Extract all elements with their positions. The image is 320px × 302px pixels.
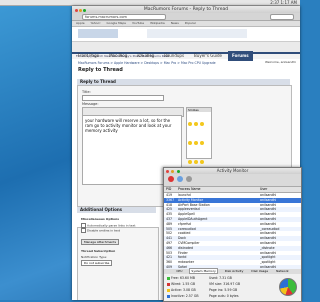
- welcome-text: Welcome, anilsandhi: [265, 60, 296, 64]
- bookmark-item[interactable]: Google Maps: [107, 21, 126, 25]
- nav-tab-roundups[interactable]: Roundups: [160, 51, 188, 61]
- free-swatch: [167, 276, 170, 280]
- smiley-icon[interactable]: [188, 122, 192, 126]
- tab-disk-activity[interactable]: Disk Activity: [224, 269, 245, 273]
- smiley-icon[interactable]: [194, 122, 198, 126]
- smiley-icon[interactable]: [194, 160, 198, 164]
- memory-pie-chart: [279, 278, 297, 296]
- stat-inactive-text: Inactive: 2.57 GB: [171, 294, 199, 298]
- smiley-icon[interactable]: [188, 141, 192, 145]
- window-title: MacRumors Forums - Reply to Thread: [143, 7, 229, 12]
- tab-cpu[interactable]: CPU: [175, 269, 183, 273]
- column-pid[interactable]: PID: [166, 187, 171, 192]
- stat-active: Active: 3.08 GB: [167, 288, 196, 292]
- smiley-icon[interactable]: [200, 160, 204, 164]
- zoom-icon[interactable]: [83, 9, 86, 12]
- smiley-icon[interactable]: [200, 141, 204, 145]
- tab-disk-usage[interactable]: Disk Usage: [250, 269, 269, 273]
- notification-label: Notification Type:: [81, 255, 108, 259]
- search-field[interactable]: [270, 14, 294, 20]
- site-logo[interactable]: [78, 29, 118, 38]
- stat-wired: Wired: 1.55 GB: [167, 282, 195, 286]
- manage-attachments-button[interactable]: Manage Attachments: [81, 239, 120, 245]
- process-table: 419 launchd anilsandhi 3367 Activity Monitor…: [164, 193, 301, 271]
- zoom-icon[interactable]: [176, 170, 180, 173]
- bookmark-item[interactable]: Popular: [185, 21, 196, 25]
- column-user[interactable]: User: [260, 187, 267, 192]
- stat-page-ins: Page ins: 5.59 GB: [209, 288, 238, 292]
- bookmark-item[interactable]: Yahoo!: [91, 21, 101, 25]
- site-nav: Front Page Mac Blog iOS Blog Roundups Buyer'…: [72, 42, 300, 61]
- banner-ad[interactable]: [147, 29, 247, 38]
- stat-active-text: Active: 3.08 GB: [171, 288, 196, 292]
- title-input[interactable]: [82, 95, 164, 101]
- close-icon[interactable]: [75, 9, 78, 12]
- minimize-icon[interactable]: [79, 9, 82, 12]
- minimize-icon[interactable]: [171, 170, 175, 173]
- notification-select[interactable]: Do not subscribe: [81, 260, 113, 266]
- sample-process-icon[interactable]: [186, 176, 192, 182]
- bookmark-item[interactable]: Wikipedia: [150, 21, 165, 25]
- menu-bar-clock: 2:37 1:17 AM: [270, 0, 297, 5]
- close-icon[interactable]: [166, 170, 169, 173]
- nav-tab-front-page[interactable]: Front Page: [74, 51, 103, 61]
- column-process-name[interactable]: Process Name: [178, 187, 201, 192]
- activity-monitor-toolbar: [164, 174, 301, 187]
- title-label: Title:: [82, 90, 91, 94]
- stat-vm-size: VM size: 316.97 GB: [209, 282, 241, 286]
- stat-wired-text: Wired: 1.55 GB: [171, 282, 196, 286]
- stat-free: Free: 63.60 MB: [167, 276, 195, 280]
- subscription-label: Thread Subscription: [81, 249, 116, 253]
- disable-smilies-option[interactable]: Disable smilies in text: [81, 228, 120, 233]
- bookmark-item[interactable]: Apple: [76, 21, 85, 25]
- smiley-icon[interactable]: [200, 122, 204, 126]
- stat-page-outs: Page outs: 0 bytes: [209, 294, 239, 298]
- activity-monitor-title: Activity Monitor: [216, 168, 249, 173]
- nav-tab-mac-blog[interactable]: Mac Blog: [105, 51, 131, 61]
- tab-network[interactable]: Network: [275, 269, 290, 273]
- message-label: Message:: [82, 102, 99, 106]
- breadcrumb[interactable]: MacRumors Forums > Apple Hardware > Desk…: [78, 61, 216, 65]
- quit-process-icon[interactable]: [168, 176, 174, 182]
- page-title: Reply to Thread: [78, 67, 123, 73]
- browser-toolbar: forums.macrumors.com: [72, 13, 300, 21]
- smilies-panel: Smilies: [186, 107, 212, 183]
- memory-stats-panel: Free: 63.60 MB Wired: 1.55 GB Active: 3.…: [164, 274, 301, 301]
- stat-free-text: Free: 63.60 MB: [171, 276, 195, 280]
- disable-smilies-label: Disable smilies in text: [87, 228, 121, 233]
- smiley-icon[interactable]: [188, 160, 192, 164]
- active-swatch: [167, 288, 170, 292]
- smilies-label: Smilies: [187, 108, 211, 112]
- parse-links-label: Automatically parse links in text: [87, 223, 136, 228]
- stat-inactive: Inactive: 2.57 GB: [167, 294, 199, 298]
- inactive-swatch: [167, 294, 170, 298]
- stat-used: Used: 7.31 GB: [209, 276, 232, 280]
- address-bar[interactable]: forums.macrumors.com: [82, 14, 166, 20]
- browser-titlebar: MacRumors Forums - Reply to Thread: [72, 6, 300, 13]
- site-banner: [72, 27, 300, 42]
- options-header: Additional Options: [77, 207, 156, 213]
- misc-options-label: Miscellaneous Options: [81, 217, 120, 221]
- bookmark-item[interactable]: News: [171, 21, 179, 25]
- checkbox[interactable]: [81, 228, 86, 233]
- activity-monitor-window: Activity Monitor PID Process Name User 4…: [163, 167, 302, 302]
- smiley-icon[interactable]: [194, 141, 198, 145]
- inspect-icon[interactable]: [177, 176, 183, 182]
- wired-swatch: [167, 282, 170, 286]
- nav-tab-buyers-guide[interactable]: Buyer's Guide: [190, 51, 226, 61]
- nav-tab-ios-blog[interactable]: iOS Blog: [133, 51, 158, 61]
- bookmark-item[interactable]: YouTube: [132, 21, 144, 25]
